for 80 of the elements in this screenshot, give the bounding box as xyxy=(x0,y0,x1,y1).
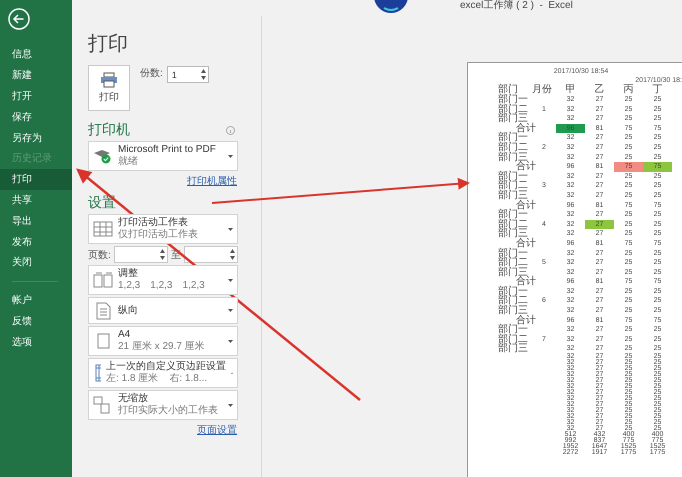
copies-label: 份数: xyxy=(140,67,163,80)
sidebar-item[interactable]: 选项 xyxy=(0,331,72,352)
sidebar-item[interactable]: 导出 xyxy=(0,210,72,232)
pages-label: 页数: xyxy=(88,248,111,262)
spinner-arrows-icon[interactable] xyxy=(160,249,165,260)
column-header: 部门 xyxy=(498,85,519,95)
department-cell-text: 部门三 xyxy=(498,152,528,162)
sidebar-item[interactable]: 发布 xyxy=(0,231,72,252)
total-label: 合计 xyxy=(516,124,537,134)
department-cell-text: 部门二 xyxy=(498,258,529,268)
sidebar-item[interactable]: 打开 xyxy=(0,86,72,106)
department-cell-text: 部门一 xyxy=(498,133,528,143)
window-title: excel工作簿 ( 2 ) - Excel xyxy=(460,0,573,12)
department-cell-text: 部门一 xyxy=(498,95,529,105)
sheets-dropdown[interactable]: 打印活动工作表 仅打印活动工作表 xyxy=(88,214,238,244)
department-cell-text: 部门三 xyxy=(498,229,528,239)
total-label: 合计 xyxy=(516,162,537,172)
total-label: 合计 xyxy=(516,238,537,248)
sidebar-item[interactable]: 关闭 xyxy=(0,252,72,273)
department-cell-text: 部门一 xyxy=(498,286,529,296)
sidebar-item[interactable]: 另存为 xyxy=(0,127,72,148)
department-cell-text: 部门一 xyxy=(498,210,528,220)
sidebar-item[interactable]: 新建 xyxy=(0,64,72,86)
round-logo-icon xyxy=(374,0,408,14)
page-to-field[interactable] xyxy=(184,246,238,263)
total-label: 合计 xyxy=(516,316,537,326)
info-icon xyxy=(226,126,235,134)
column-header: 丙 xyxy=(622,85,634,95)
printer-icon xyxy=(100,72,118,88)
page-setup-link[interactable]: 页面设置 xyxy=(197,423,237,437)
sidebar-item[interactable]: 保存 xyxy=(0,106,72,128)
caret-icon xyxy=(228,340,233,342)
department-cell-text: 部门三 xyxy=(498,190,528,201)
caret-icon xyxy=(228,278,233,282)
column-header: 丁 xyxy=(652,85,664,95)
department-cell-text: 部门一 xyxy=(498,172,529,182)
margins-dropdown[interactable]: 上一次的自定义页边距设置 左: 1.8 厘米 右: 1.8... xyxy=(88,358,238,388)
caret-icon xyxy=(228,154,233,158)
printer-heading: 打印机 xyxy=(88,121,130,139)
column-header: 月份 xyxy=(532,85,553,95)
sidebar-item[interactable]: 共享 xyxy=(0,190,72,210)
department-cell-text: 部门三 xyxy=(498,306,528,316)
printer-dropdown[interactable]: Microsoft Print to PDF 就绪 xyxy=(88,141,238,171)
caret-icon xyxy=(228,228,233,230)
print-button[interactable]: 打印 xyxy=(88,65,130,111)
sidebar-item[interactable]: 信息 xyxy=(0,44,72,65)
department-cell-text: 部门二 xyxy=(498,220,529,230)
page-from-field[interactable] xyxy=(114,246,168,263)
sidebar-item[interactable]: 帐户 xyxy=(0,290,72,311)
total-label: 合计 xyxy=(516,200,537,210)
department-cell-text: 部门一 xyxy=(498,325,528,335)
sheet-grid-icon xyxy=(93,221,113,237)
printer-ready-icon xyxy=(93,148,113,164)
scaling-dropdown[interactable]: 无缩放 打印实际大小的工作表 xyxy=(88,390,238,420)
spinner-arrows-icon[interactable] xyxy=(230,249,235,260)
stacked-pages-icon xyxy=(93,272,113,288)
sidebar-item[interactable]: 打印 xyxy=(0,168,72,190)
department-cell-text: 部门二 xyxy=(498,104,529,114)
copies-field[interactable]: 1 xyxy=(166,66,209,83)
department-cell-text: 部门二 xyxy=(498,181,529,191)
orientation-dropdown[interactable]: 纵向 xyxy=(88,297,238,324)
page-title: 打印 xyxy=(88,32,129,57)
back-icon[interactable] xyxy=(8,8,30,30)
page-margins-icon xyxy=(93,364,101,382)
department-cell-text: 部门一 xyxy=(498,248,529,258)
collate-dropdown[interactable]: 调整 1,2,3 1,2,3 1,2,3 xyxy=(88,265,238,295)
total-label: 合计 xyxy=(516,277,537,287)
department-cell-text: 部门三 xyxy=(498,344,529,354)
caret-icon xyxy=(228,404,233,406)
department-cell-text: 部门三 xyxy=(498,268,528,278)
department-cell-text: 部门三 xyxy=(498,114,528,124)
caret-icon xyxy=(228,309,233,312)
department-cell-text: 部门二 xyxy=(498,142,529,153)
department-cell-text: 部门二 xyxy=(498,334,529,344)
sidebar-item[interactable]: 反馈 xyxy=(0,310,72,332)
printer-properties-link[interactable]: 打印机属性 xyxy=(187,174,237,188)
column-header: 乙 xyxy=(594,85,606,95)
spinner-arrows-icon[interactable] xyxy=(200,69,206,80)
paper-dropdown[interactable]: A4 21 厘米 x 29.7 厘米 xyxy=(88,326,238,356)
column-header: 甲 xyxy=(564,85,576,95)
